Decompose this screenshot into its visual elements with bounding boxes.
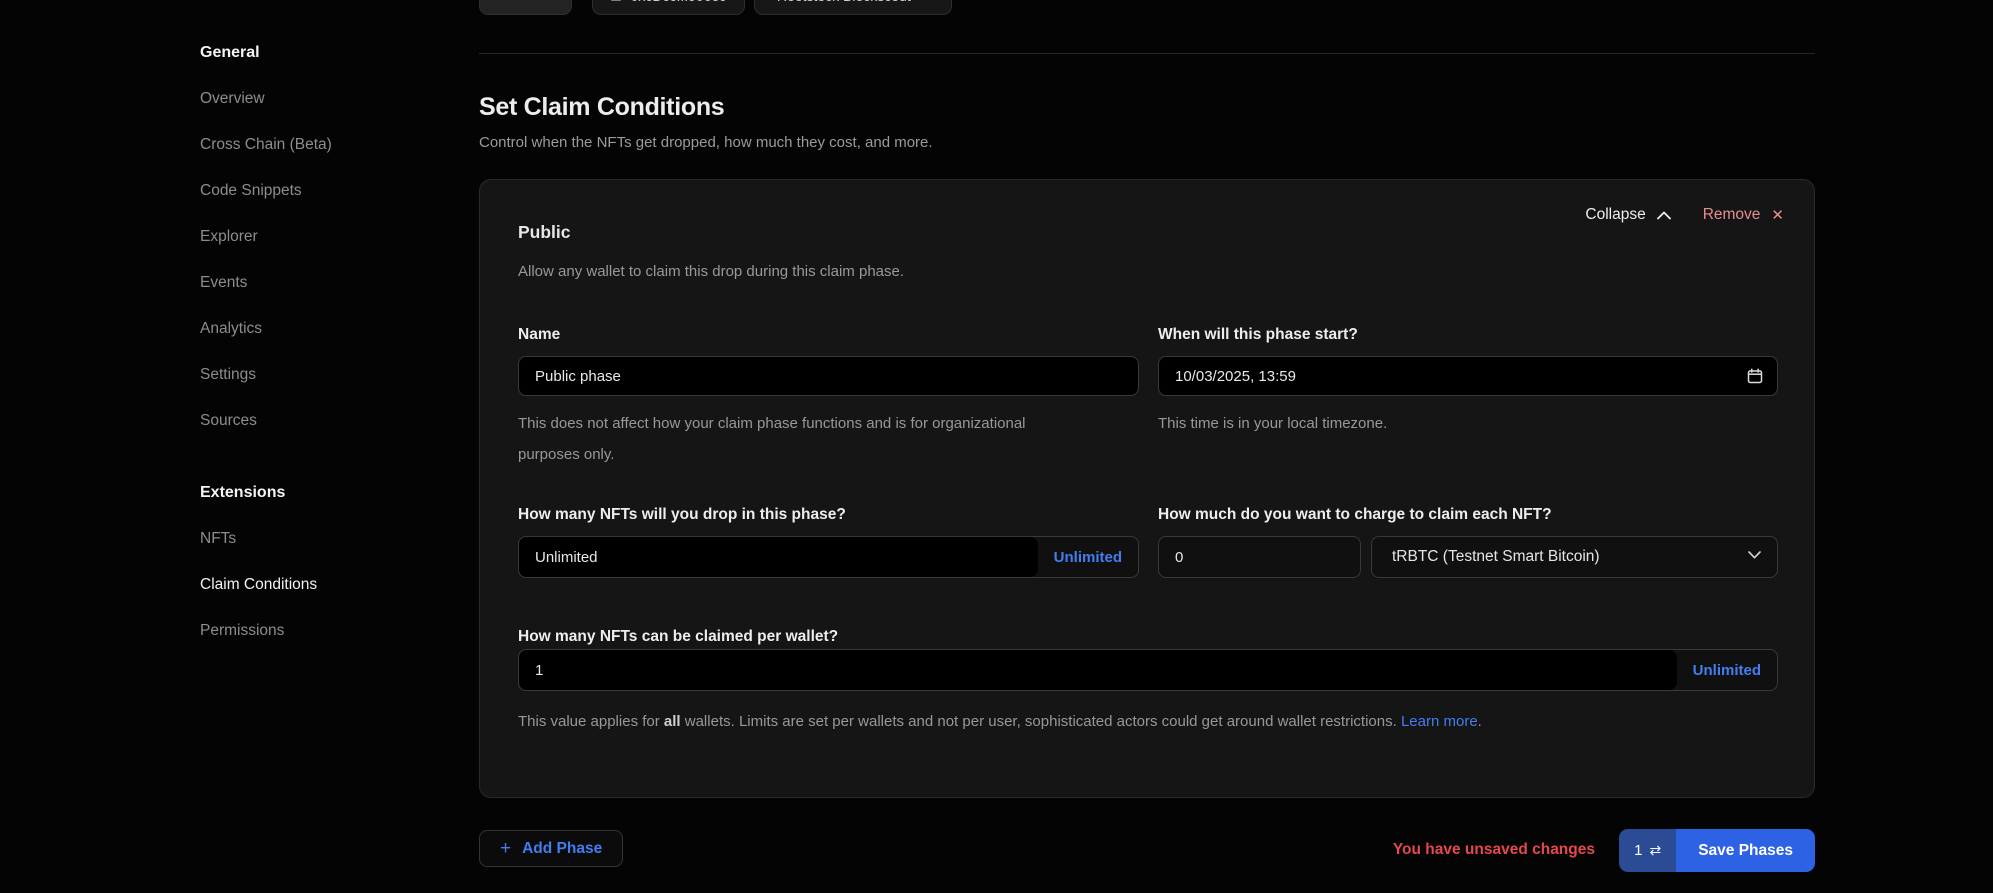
chevron-up-icon xyxy=(1657,211,1671,220)
sidebar-item-cross-chain[interactable]: Cross Chain (Beta) xyxy=(200,136,450,154)
collapse-phase-button[interactable]: Collapse xyxy=(1585,206,1670,224)
remove-phase-button[interactable]: Remove ✕ xyxy=(1703,206,1784,224)
sidebar-group-general: General xyxy=(200,44,450,62)
contract-address-copy-button[interactable]: ❏ 0xcDcc...906e9 xyxy=(592,0,745,15)
per-wallet-help-pre: This value applies for xyxy=(518,713,664,730)
sidebar-item-overview[interactable]: Overview xyxy=(200,90,450,108)
currency-select[interactable]: tRBTC (Testnet Smart Bitcoin) xyxy=(1371,536,1778,578)
sidebar-spacer xyxy=(200,458,450,484)
per-wallet-help-period: . xyxy=(1478,713,1482,730)
section-divider xyxy=(479,53,1815,54)
sidebar-item-permissions[interactable]: Permissions xyxy=(200,622,450,640)
supply-field-label: How many NFTs will you drop in this phas… xyxy=(518,506,846,524)
close-icon: ✕ xyxy=(1771,206,1784,224)
supply-field: Unlimited xyxy=(518,536,1139,578)
save-phases-label: Save Phases xyxy=(1698,842,1793,860)
phase-actions: Collapse Remove ✕ xyxy=(1585,206,1784,224)
sidebar-item-sources[interactable]: Sources xyxy=(200,412,450,430)
save-phases-split-button: 1 ⇄ Save Phases xyxy=(1619,829,1815,872)
supply-unlimited-toggle[interactable]: Unlimited xyxy=(1038,537,1138,577)
block-explorer-button[interactable]: Rootstock Blockscout ⧉ xyxy=(754,0,952,15)
name-help-text: This does not affect how your claim phas… xyxy=(518,408,1078,470)
active-tab-pill[interactable] xyxy=(479,0,572,15)
phase-start-datetime-input[interactable] xyxy=(1158,356,1778,396)
save-phases-button[interactable]: Save Phases xyxy=(1676,829,1815,872)
external-link-icon: ⧉ xyxy=(920,0,929,4)
per-wallet-help-post: wallets. Limits are set per wallets and … xyxy=(681,713,1401,730)
sidebar-item-code-snippets[interactable]: Code Snippets xyxy=(200,182,450,200)
start-field-label: When will this phase start? xyxy=(1158,326,1358,344)
explorer-label: Rootstock Blockscout xyxy=(777,0,911,4)
per-wallet-help-text: This value applies for all wallets. Limi… xyxy=(518,706,1768,737)
per-wallet-field: Unlimited xyxy=(518,649,1778,691)
price-input[interactable] xyxy=(1158,536,1361,578)
add-phase-label: Add Phase xyxy=(522,840,602,858)
calendar-icon[interactable] xyxy=(1747,368,1763,384)
per-wallet-field-label: How many NFTs can be claimed per wallet? xyxy=(518,628,838,646)
pending-changes-badge[interactable]: 1 ⇄ xyxy=(1619,829,1676,872)
remove-label: Remove xyxy=(1703,206,1761,224)
contract-sidebar: General Overview Cross Chain (Beta) Code… xyxy=(200,44,450,668)
start-help-text: This time is in your local timezone. xyxy=(1158,408,1718,439)
sidebar-item-nfts[interactable]: NFTs xyxy=(200,530,450,548)
supply-input[interactable] xyxy=(519,537,1038,577)
per-wallet-input[interactable] xyxy=(519,650,1677,690)
price-field-label: How much do you want to charge to claim … xyxy=(1158,506,1552,524)
currency-selected-option: tRBTC (Testnet Smart Bitcoin) xyxy=(1392,548,1600,566)
sidebar-item-analytics[interactable]: Analytics xyxy=(200,320,450,338)
claim-phase-card: Public Allow any wallet to claim this dr… xyxy=(479,179,1815,798)
sidebar-group-extensions: Extensions xyxy=(200,484,450,502)
phase-name-input[interactable] xyxy=(518,356,1139,396)
phase-title: Public xyxy=(518,222,571,243)
sidebar-item-explorer[interactable]: Explorer xyxy=(200,228,450,246)
add-phase-button[interactable]: + Add Phase xyxy=(479,830,623,867)
copy-icon: ❏ xyxy=(610,0,622,4)
chevron-down-icon xyxy=(1748,551,1761,559)
swap-icon: ⇄ xyxy=(1649,842,1661,859)
phase-description: Allow any wallet to claim this drop duri… xyxy=(518,263,904,280)
contract-address-label: 0xcDcc...906e9 xyxy=(631,0,728,4)
learn-more-link[interactable]: Learn more xyxy=(1401,713,1478,730)
sidebar-item-claim-conditions[interactable]: Claim Conditions xyxy=(200,576,450,594)
plus-icon: + xyxy=(500,838,511,860)
collapse-label: Collapse xyxy=(1585,206,1645,224)
name-field-label: Name xyxy=(518,326,560,344)
pending-count: 1 xyxy=(1634,842,1642,859)
sidebar-item-settings[interactable]: Settings xyxy=(200,366,450,384)
page-title: Set Claim Conditions xyxy=(479,93,724,122)
sidebar-item-events[interactable]: Events xyxy=(200,274,450,292)
unsaved-changes-message: You have unsaved changes xyxy=(1393,841,1595,859)
page-subtitle: Control when the NFTs get dropped, how m… xyxy=(479,134,933,151)
per-wallet-unlimited-toggle[interactable]: Unlimited xyxy=(1677,650,1777,690)
per-wallet-help-bold: all xyxy=(664,713,681,730)
